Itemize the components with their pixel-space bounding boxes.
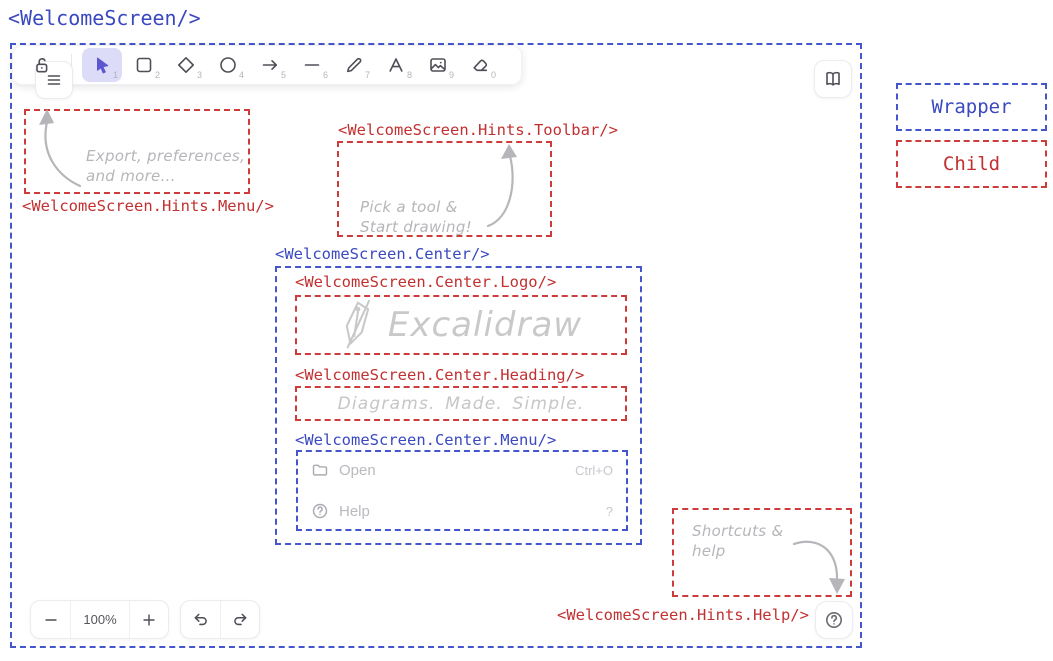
center-logo-label: <WelcomeScreen.Center.Logo/> [295,273,556,291]
tool-diamond[interactable]: 3 [166,48,206,82]
tool-key: 2 [155,70,160,80]
menu-item-shortcut: ? [606,504,613,519]
question-circle-icon [824,610,844,630]
tool-line[interactable]: 6 [292,48,332,82]
lock-open-icon [31,55,51,75]
menu-item-shortcut: Ctrl+O [575,463,613,478]
center-heading-label: <WelcomeScreen.Center.Heading/> [295,366,584,384]
tool-key: 4 [239,70,244,80]
tool-rectangle[interactable]: 2 [124,48,164,82]
legend-child-box: Child [896,140,1047,188]
tool-ellipse[interactable]: 4 [208,48,248,82]
zoom-level[interactable]: 100% [70,601,129,638]
zoom-in-button[interactable] [129,601,168,638]
tool-eraser[interactable]: 0 [460,48,500,82]
hint-line: Start drawing! [360,217,472,237]
tool-key: 8 [407,70,412,80]
tool-key: 0 [491,70,496,80]
tool-key: 6 [323,70,328,80]
center-menu-label: <WelcomeScreen.Center.Menu/> [295,431,556,449]
tool-key: 3 [197,70,202,80]
center-menu-box: Open Ctrl+O Help ? [296,450,628,531]
hint-toolbar-text: Pick a tool & Start drawing! [360,197,472,238]
menu-item-label: Open [339,462,376,479]
center-logo-box: Excalidraw [295,295,627,355]
tool-selection[interactable]: 1 [82,48,122,82]
tool-key: 5 [281,70,286,80]
line-icon [302,55,322,75]
help-button[interactable] [815,601,853,639]
redo-button[interactable] [220,601,259,638]
welcome-screen-wrapper: 1 2 3 4 5 [10,43,862,648]
tool-image[interactable]: 9 [418,48,458,82]
folder-icon [311,461,329,479]
legend-child-label: Child [943,153,1000,175]
menu-item-help[interactable]: Help ? [311,502,613,520]
redo-arrow-icon [231,610,250,629]
question-circle-icon [311,502,329,520]
welcomescreen-label: <WelcomeScreen/> [8,6,201,30]
hint-line: Shortcuts & [692,521,783,541]
excalidraw-pen-icon [340,299,374,351]
curved-arrow-icon [480,140,526,232]
book-icon [823,69,843,89]
curved-arrow-icon [30,106,90,192]
menu-item-label: Help [339,503,370,520]
eraser-icon [470,55,490,75]
diamond-icon [176,55,196,75]
minus-icon [42,611,60,629]
zoom-out-button[interactable] [31,601,70,638]
cursor-arrow-icon [92,55,112,75]
hint-line: help [692,541,783,561]
undo-arrow-icon [191,610,210,629]
lock-button[interactable] [21,48,61,82]
hint-menu-text: Export, preferences, and more... [86,146,245,187]
circle-icon [218,55,238,75]
library-button[interactable] [814,60,852,98]
hints-help-label: <WelcomeScreen.Hints.Help/> [557,606,809,624]
arrow-right-icon [260,55,280,75]
hint-line: Export, preferences, [86,146,245,166]
hint-line: Pick a tool & [360,197,472,217]
plus-icon [140,611,158,629]
legend-wrapper-label: Wrapper [931,96,1011,118]
hints-toolbar-label: <WelcomeScreen.Hints.Toolbar/> [338,121,618,139]
hints-menu-label: <WelcomeScreen.Hints.Menu/> [22,197,274,215]
hint-line: and more... [86,166,245,186]
legend-wrapper-box: Wrapper [896,83,1047,131]
center-heading-box: Diagrams. Made. Simple. [295,386,627,421]
undo-button[interactable] [181,601,220,638]
square-icon [134,55,154,75]
curved-arrow-icon [788,528,850,600]
hint-help-text: Shortcuts & help [692,521,783,562]
toolbar: 1 2 3 4 5 [12,45,522,85]
pencil-icon [344,55,364,75]
history-controls [180,600,260,639]
menu-item-open[interactable]: Open Ctrl+O [311,461,613,479]
tool-key: 9 [449,70,454,80]
tool-key: 7 [365,70,370,80]
tool-text[interactable]: 8 [376,48,416,82]
excalidraw-logo-text: Excalidraw [388,305,582,345]
zoom-controls: 100% [30,600,169,639]
image-icon [428,55,448,75]
center-box: <WelcomeScreen.Center.Logo/> Excalidraw … [275,266,642,545]
heading-text: Diagrams. Made. Simple. [338,394,585,414]
tool-draw[interactable]: 7 [334,48,374,82]
letter-a-icon [386,55,406,75]
tool-arrow[interactable]: 5 [250,48,290,82]
tool-key: 1 [113,70,118,80]
center-label: <WelcomeScreen.Center/> [275,245,490,263]
